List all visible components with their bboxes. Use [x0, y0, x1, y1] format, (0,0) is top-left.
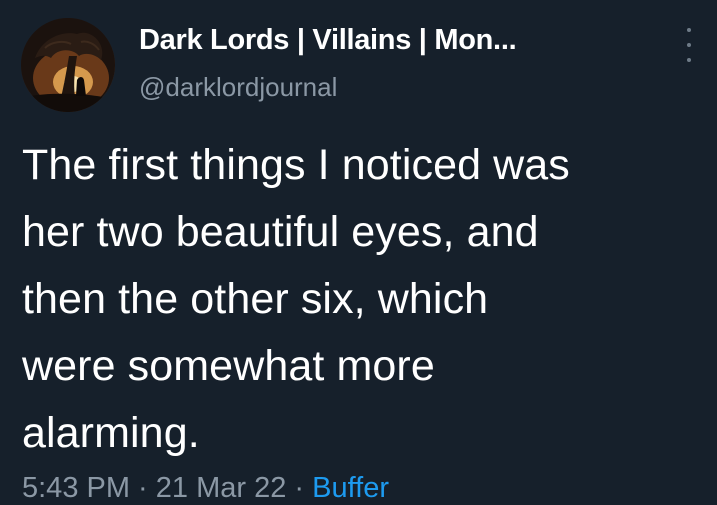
tweet-time[interactable]: 5:43 PM — [22, 472, 130, 504]
avatar[interactable] — [21, 18, 115, 112]
meta-separator: · — [130, 472, 156, 504]
dark-lord-tree-avatar-icon — [21, 18, 115, 112]
author-display-name[interactable]: Dark Lords | Villains | Mon... — [139, 24, 517, 57]
vertical-ellipsis-icon-dot — [687, 58, 691, 62]
tweet-text-line: alarming. — [22, 409, 200, 457]
tweet-metadata: 5:43 PM · 21 Mar 22 · Buffer — [22, 472, 389, 505]
tweet-text: The first things I noticed was her two b… — [22, 132, 702, 467]
tweet-date[interactable]: 21 Mar 22 — [156, 472, 287, 504]
tweet-text-line: her two beautiful eyes, and — [22, 208, 539, 256]
tweet-source-link[interactable]: Buffer — [312, 472, 389, 504]
tweet-text-line: The first things I noticed was — [22, 141, 570, 189]
meta-separator: · — [286, 472, 313, 504]
author-handle[interactable]: @darklordjournal — [139, 72, 337, 103]
vertical-ellipsis-icon — [687, 28, 691, 32]
more-options-button[interactable] — [683, 28, 695, 62]
vertical-ellipsis-icon-dot — [687, 43, 691, 47]
tweet-card: Dark Lords | Villains | Mon... @darklord… — [0, 0, 717, 504]
tweet-text-line: were somewhat more — [22, 342, 435, 390]
tweet-text-line: then the other six, which — [22, 275, 489, 323]
